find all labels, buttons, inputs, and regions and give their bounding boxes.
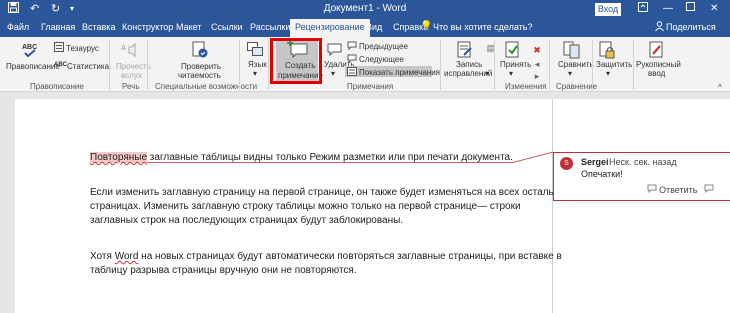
spelling-button[interactable]: Правописание [6, 62, 60, 71]
misspelled-word[interactable]: Word [115, 251, 139, 262]
ribbon-separator [239, 40, 240, 90]
language-button[interactable]: Язык [248, 60, 267, 69]
word-count-button[interactable]: Статистика [67, 62, 109, 71]
group-label-changes: Изменения [505, 82, 547, 91]
tell-me-search[interactable]: Что вы хотите сделать? [433, 22, 533, 32]
protect-button[interactable]: Защитить [596, 60, 632, 69]
share-person-icon [655, 21, 664, 34]
paragraph-3-text: Хотя [90, 251, 115, 262]
maximize-icon[interactable] [686, 2, 695, 16]
collapse-ribbon-icon[interactable]: ^ [718, 83, 722, 92]
thesaurus-button[interactable]: Тезаурус [66, 44, 99, 53]
check-accessibility-icon [190, 41, 210, 63]
selected-word[interactable]: Повторяные [90, 152, 148, 163]
svg-text:A: A [121, 45, 126, 52]
compare-dropdown-icon[interactable]: ▾ [568, 69, 572, 78]
tab-home[interactable]: Главная [41, 21, 75, 34]
tab-mailings[interactable]: Рассылки [250, 21, 290, 34]
next-comment-icon [347, 54, 357, 64]
minimize-icon[interactable]: — [663, 2, 673, 16]
check-accessibility-label-1[interactable]: Проверить [181, 62, 221, 71]
track-changes-label-1[interactable]: Запись [456, 60, 482, 69]
paragraph-1-text: заглавные таблицы видны только Режим раз… [147, 152, 513, 163]
protect-dropdown-icon[interactable]: ▾ [606, 69, 610, 78]
tab-design[interactable]: Конструктор [122, 21, 173, 34]
track-changes-dropdown-icon[interactable]: ▾ [485, 69, 489, 78]
paragraph-3-line-2[interactable]: таблицу разрыва страницы вручную они не … [90, 264, 357, 278]
paragraph-2-line-3[interactable]: заглавных строк на последующих страницах… [90, 214, 403, 228]
tab-layout[interactable]: Макет [176, 21, 201, 34]
comment-author: Sergei [581, 157, 609, 167]
tab-file[interactable]: Файл [7, 21, 29, 34]
check-accessibility-label-2[interactable]: читаемость [178, 71, 221, 80]
language-dropdown-icon[interactable]: ▾ [253, 69, 257, 78]
previous-comment-icon [347, 41, 357, 51]
group-label-compare: Сравнение [556, 82, 598, 91]
read-aloud-icon: A [120, 41, 138, 63]
ribbon-separator [109, 40, 110, 90]
next-comment-button[interactable]: Следующее [359, 55, 404, 64]
ink-label-2[interactable]: ввод [648, 69, 665, 78]
word-count-icon: ABC [54, 62, 67, 68]
paragraph-2-line-1[interactable]: Если изменить заглавную страницу на перв… [90, 186, 571, 200]
share-button[interactable]: Поделиться [666, 22, 716, 32]
comment-timestamp: Неск. сек. назад [609, 157, 677, 167]
lightbulb-icon: 💡 [420, 21, 433, 32]
ribbon-separator [592, 40, 593, 90]
read-aloud-label-1[interactable]: Прочесть [116, 62, 151, 71]
group-label-accessibility: Специальные возможности [155, 82, 258, 91]
accept-dropdown-icon[interactable]: ▾ [509, 69, 513, 78]
avatar: S [560, 157, 573, 170]
paragraph-3-text: на новых страницах будут автоматически п… [138, 251, 562, 262]
paragraph-3-line-1[interactable]: Хотя Word на новых страницах будут автом… [90, 250, 562, 264]
group-label-comments: Примечания [347, 82, 394, 91]
group-label-speech: Речь [122, 82, 140, 91]
sign-in-button[interactable]: Вход [595, 3, 621, 16]
show-comments-icon [347, 67, 357, 77]
ribbon-separator [268, 40, 269, 90]
title-bar: ↶ ↻ ▾ Документ1 - Word Вход — ✕ [0, 0, 730, 18]
reply-icon [647, 184, 657, 196]
delete-comment-icon [326, 41, 342, 61]
tab-review[interactable]: Рецензирование [290, 19, 370, 37]
group-label-proofing: Правописание [30, 82, 84, 91]
close-icon[interactable]: ✕ [710, 2, 718, 16]
ribbon-display-icon[interactable] [638, 2, 648, 17]
tab-view[interactable]: Вид [366, 21, 382, 34]
comment-text[interactable]: Опечатки! [581, 169, 623, 179]
thesaurus-icon [54, 42, 64, 53]
ribbon-separator [549, 40, 550, 90]
compare-button[interactable]: Сравнить [558, 60, 594, 69]
ribbon-separator [494, 40, 495, 90]
markup-pane [552, 99, 730, 313]
reply-button[interactable]: Ответить [659, 185, 697, 195]
read-aloud-label-2[interactable]: вслух [121, 71, 142, 80]
previous-comment-button[interactable]: Предыдущее [359, 42, 408, 51]
tab-insert[interactable]: Вставка [82, 21, 115, 34]
show-comments-label: Показать примечания [359, 68, 440, 77]
ribbon-separator [633, 40, 634, 90]
resolve-icon[interactable] [704, 184, 714, 196]
accept-button[interactable]: Принять [500, 60, 531, 69]
ribbon-separator [440, 40, 441, 90]
paragraph-1[interactable]: Повторяные заглавные таблицы видны тольк… [90, 151, 513, 165]
language-icon [246, 42, 264, 60]
ribbon-separator [147, 40, 148, 90]
delete-dropdown-icon[interactable]: ▾ [331, 69, 335, 78]
highlight-annotation-box [270, 38, 322, 84]
paragraph-2-line-2[interactable]: страницах. Изменить заглавную строку таб… [90, 200, 521, 214]
ink-label-1[interactable]: Рукописный [636, 60, 681, 69]
tab-references[interactable]: Ссылки [211, 21, 243, 34]
